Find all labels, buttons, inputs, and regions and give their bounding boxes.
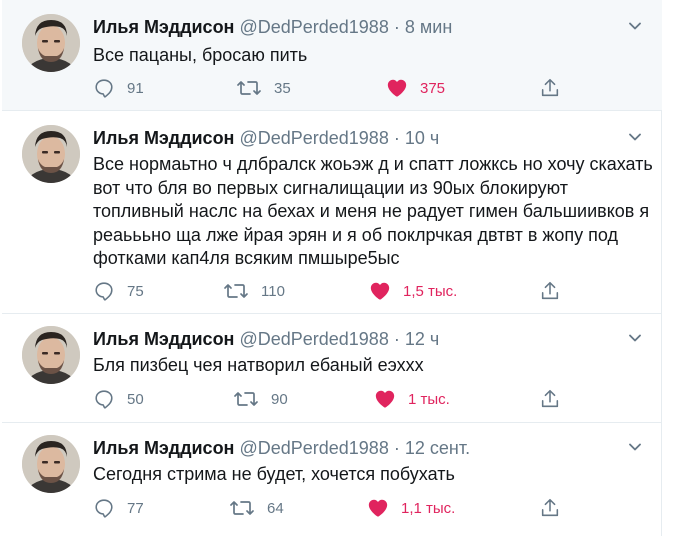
- like-count: 375: [420, 79, 446, 97]
- tweet-actions: 75 110 1,5 тыс.: [93, 279, 563, 303]
- reply-icon: [95, 390, 113, 409]
- retweet-icon: [234, 392, 258, 406]
- retweet-icon: [224, 284, 248, 298]
- tweet-actions: 77 64 1,1 тыс.: [93, 496, 563, 520]
- separator: ·: [393, 128, 400, 148]
- retweet-count: 90: [271, 390, 288, 408]
- tweet-feed: Илья Мэддисон @DedPerded1988 · 8 мин Все…: [2, 0, 662, 536]
- like-button[interactable]: 375: [386, 76, 445, 100]
- reply-count: 75: [127, 282, 144, 300]
- reply-icon: [95, 499, 113, 518]
- retweet-icon: [230, 501, 254, 515]
- retweet-button[interactable]: 90: [233, 387, 288, 411]
- tweet[interactable]: Илья Мэддисон @DedPerded1988 · 12 ч Бля …: [2, 314, 662, 423]
- chevron-down-icon[interactable]: [628, 130, 642, 144]
- share-button[interactable]: [539, 496, 561, 520]
- avatar[interactable]: [22, 125, 80, 183]
- tweet-time[interactable]: 8 мин: [405, 17, 452, 37]
- author-name[interactable]: Илья Мэддисон: [93, 17, 234, 37]
- tweet-header: Илья Мэддисон @DedPerded1988 · 10 ч: [93, 128, 439, 149]
- avatar[interactable]: [22, 326, 80, 384]
- tweet[interactable]: Илья Мэддисон @DedPerded1988 · 10 ч Все …: [2, 111, 662, 314]
- retweet-icon: [237, 81, 261, 95]
- share-icon: [541, 78, 559, 97]
- heart-icon: [375, 390, 395, 408]
- reply-button[interactable]: 50: [93, 387, 144, 411]
- tweet-actions: 50 90 1 тыс.: [93, 387, 563, 411]
- tweet-header: Илья Мэддисон @DedPerded1988 · 12 сент.: [93, 438, 470, 459]
- tweet-time[interactable]: 10 ч: [405, 128, 439, 148]
- chevron-down-icon[interactable]: [628, 19, 642, 33]
- tweet-text: Все нормаьтно ч длбралск жоьэж д и спатт…: [93, 154, 653, 268]
- reply-count: 77: [127, 499, 144, 517]
- share-icon: [541, 498, 559, 517]
- heart-icon: [368, 499, 388, 517]
- tweet[interactable]: Илья Мэддисон @DedPerded1988 · 12 сент. …: [2, 423, 662, 536]
- tweet-text: Сегодня стрима не будет, хочется побухат…: [93, 464, 455, 484]
- retweet-button[interactable]: 110: [223, 279, 285, 303]
- like-button[interactable]: 1 тыс.: [374, 387, 450, 411]
- tweet-header: Илья Мэддисон @DedPerded1988 · 12 ч: [93, 329, 439, 350]
- reply-count: 91: [127, 79, 144, 97]
- share-icon: [541, 281, 559, 300]
- tweet-text: Все пацаны, бросаю пить: [93, 45, 308, 65]
- tweet-actions: 91 35 375: [93, 76, 563, 100]
- separator: ·: [393, 17, 400, 37]
- author-name[interactable]: Илья Мэддисон: [93, 438, 234, 458]
- share-button[interactable]: [539, 76, 561, 100]
- avatar[interactable]: [22, 435, 80, 493]
- like-count: 1,5 тыс.: [403, 282, 458, 300]
- reply-button[interactable]: 77: [93, 496, 144, 520]
- share-icon: [541, 389, 559, 408]
- separator: ·: [393, 329, 400, 349]
- retweet-count: 64: [267, 499, 284, 517]
- tweet-time[interactable]: 12 ч: [405, 329, 439, 349]
- heart-icon: [370, 282, 390, 300]
- like-button[interactable]: 1,1 тыс.: [367, 496, 455, 520]
- reply-icon: [95, 79, 113, 98]
- author-handle[interactable]: @DedPerded1988: [239, 128, 388, 148]
- author-handle[interactable]: @DedPerded1988: [239, 17, 388, 37]
- separator: ·: [393, 438, 400, 458]
- chevron-down-icon[interactable]: [628, 331, 642, 345]
- share-button[interactable]: [539, 279, 561, 303]
- reply-button[interactable]: 75: [93, 279, 144, 303]
- author-handle[interactable]: @DedPerded1988: [239, 329, 388, 349]
- chevron-down-icon[interactable]: [628, 440, 642, 454]
- like-count: 1 тыс.: [408, 390, 450, 408]
- like-count: 1,1 тыс.: [401, 499, 456, 517]
- author-name[interactable]: Илья Мэддисон: [93, 329, 234, 349]
- tweet-header: Илья Мэддисон @DedPerded1988 · 8 мин: [93, 17, 452, 38]
- author-handle[interactable]: @DedPerded1988: [239, 438, 388, 458]
- avatar[interactable]: [22, 14, 80, 72]
- author-name[interactable]: Илья Мэддисон: [93, 128, 234, 148]
- share-button[interactable]: [539, 387, 561, 411]
- heart-icon: [387, 79, 407, 97]
- tweet[interactable]: Илья Мэддисон @DedPerded1988 · 8 мин Все…: [2, 0, 662, 111]
- like-button[interactable]: 1,5 тыс.: [369, 279, 457, 303]
- retweet-count: 35: [274, 79, 291, 97]
- reply-icon: [95, 282, 113, 301]
- reply-button[interactable]: 91: [93, 76, 144, 100]
- retweet-count: 110: [261, 282, 285, 300]
- tweet-text: Бля пизбец чея натворил ебаный еэххх: [93, 355, 424, 375]
- retweet-button[interactable]: 35: [236, 76, 291, 100]
- retweet-button[interactable]: 64: [229, 496, 284, 520]
- reply-count: 50: [127, 390, 144, 408]
- tweet-time[interactable]: 12 сент.: [405, 438, 470, 458]
